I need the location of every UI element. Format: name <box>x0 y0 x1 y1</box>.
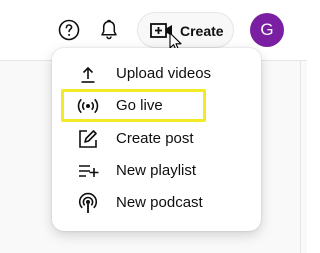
scrollbar-track <box>300 61 301 253</box>
menu-item-go-live[interactable]: Go live <box>52 90 261 122</box>
menu-item-label: Create post <box>116 130 194 147</box>
create-menu: Upload videos Go live Create post New pl… <box>52 48 261 231</box>
upload-icon <box>81 66 95 83</box>
create-button[interactable]: Create <box>137 12 234 48</box>
playlist-add-icon <box>79 165 99 177</box>
bell-icon <box>101 19 117 40</box>
broadcast-icon <box>77 98 99 114</box>
menu-item-new-podcast[interactable]: New podcast <box>52 187 261 219</box>
help-circle-icon <box>58 19 80 41</box>
menu-item-new-playlist[interactable]: New playlist <box>52 155 261 187</box>
menu-item-create-post[interactable]: Create post <box>52 123 261 155</box>
avatar-initial: G <box>260 20 274 39</box>
avatar[interactable]: G <box>250 13 284 47</box>
podcast-icon <box>78 192 98 213</box>
edit-post-icon <box>79 130 97 148</box>
menu-item-label: Upload videos <box>116 65 212 82</box>
menu-item-label: Go live <box>116 97 163 114</box>
help-button[interactable] <box>53 14 85 46</box>
menu-item-upload-videos[interactable]: Upload videos <box>52 58 261 90</box>
menu-item-label: New podcast <box>116 194 203 211</box>
menu-item-label: New playlist <box>116 162 197 179</box>
create-button-label: Create <box>180 23 224 39</box>
notifications-button[interactable] <box>93 14 125 46</box>
